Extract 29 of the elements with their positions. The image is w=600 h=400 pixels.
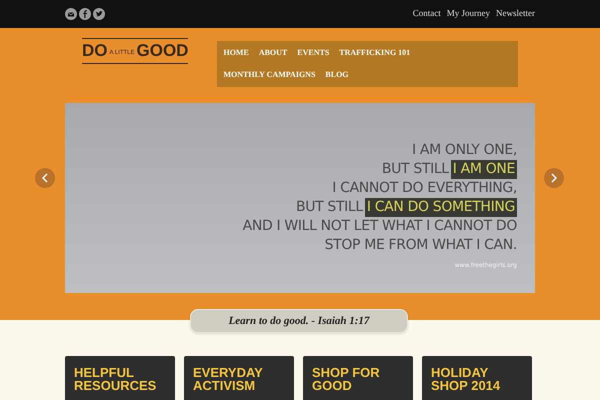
nav-link[interactable]: ABOUT [254,42,292,64]
quote-line: AND I WILL NOT LET WHAT I CANNOT DO [242,217,517,236]
quote-line: BUT STILL [296,198,363,217]
nav-link[interactable]: EVENTS [292,42,334,64]
top-link[interactable]: My Journey [446,7,490,21]
email-icon[interactable] [65,8,77,20]
highlighted-phrase: I CAN DO SOMETHING [364,198,517,217]
verse-banner: Learn to do good. - Isaiah 1:17 [190,309,408,333]
twitter-icon[interactable] [93,8,105,20]
next-button[interactable] [544,168,564,188]
nav-link[interactable]: MONTHLY CAMPAIGNS [218,64,320,86]
nav-link[interactable]: BLOG [320,64,354,86]
category-card[interactable]: HOLIDAY SHOP 2014 [422,356,532,400]
category-card[interactable]: HELPFUL RESOURCES [65,356,175,400]
highlighted-phrase: I AM ONE [450,160,517,179]
category-card[interactable]: EVERYDAY ACTIVISM [184,356,294,400]
nav-link[interactable]: HOME [218,42,254,64]
chevron-right-icon [551,173,557,183]
nav-link[interactable]: TRAFFICKING 101 [334,42,416,64]
quote-line: I AM ONLY ONE, [412,141,517,160]
quote-line: BUT STILL [382,160,449,179]
chevron-left-icon [42,173,48,183]
quote-line: STOP ME FROM WHAT I CAN. [324,236,517,255]
top-link[interactable]: Contact [412,7,441,21]
quote-line: I CANNOT DO EVERYTHING, [332,179,517,198]
previous-button[interactable] [35,168,55,188]
facebook-icon[interactable] [79,8,91,20]
top-link[interactable]: Newsletter [496,7,535,21]
category-card[interactable]: SHOP FOR GOOD [303,356,413,400]
